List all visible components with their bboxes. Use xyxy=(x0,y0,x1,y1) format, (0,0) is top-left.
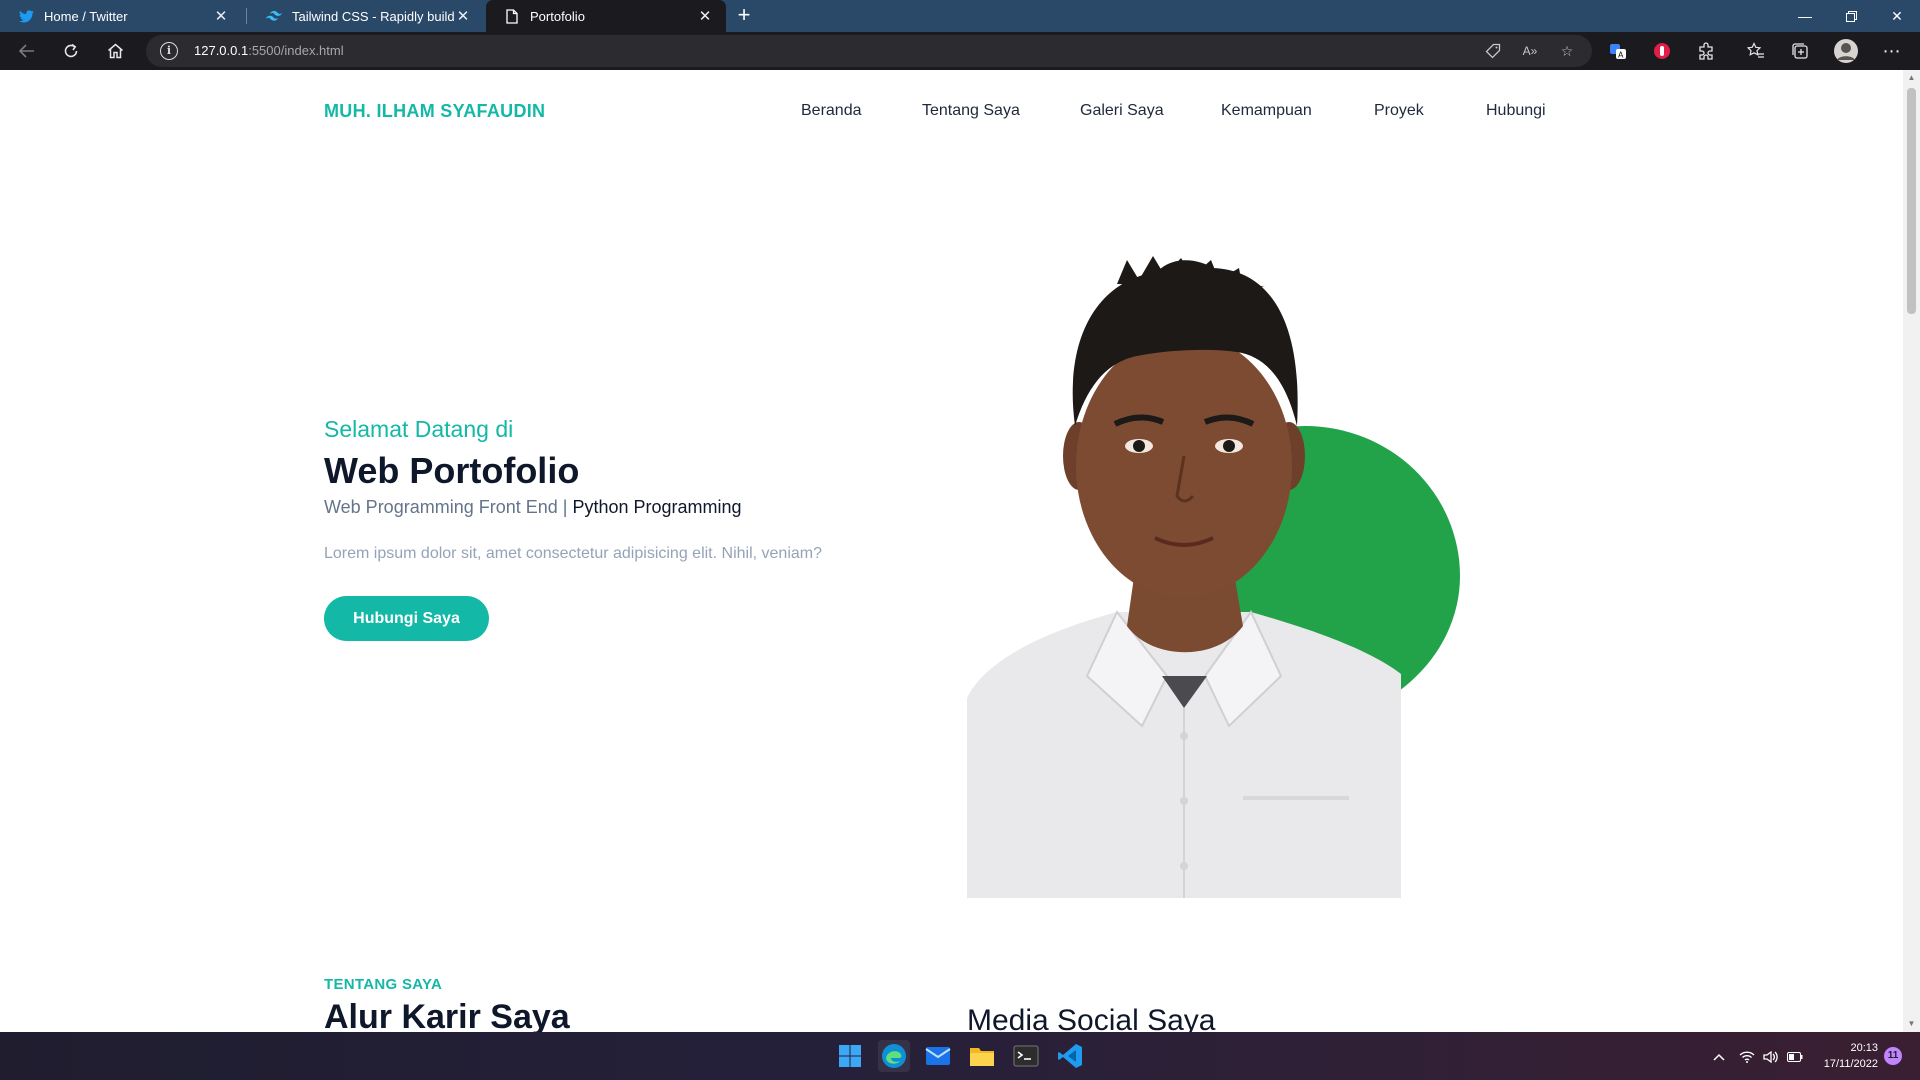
about-section-title: Alur Karir Saya xyxy=(324,998,570,1032)
clock-time: 20:13 xyxy=(1850,1042,1878,1054)
hero-title: Web Portofolio xyxy=(324,450,580,491)
tab-title: Tailwind CSS - Rapidly build moc xyxy=(292,8,454,24)
vscode-icon[interactable] xyxy=(1054,1040,1086,1072)
file-explorer-icon[interactable] xyxy=(966,1040,998,1072)
nav-proyek[interactable]: Proyek xyxy=(1374,102,1424,120)
page-icon xyxy=(504,8,520,24)
scroll-up-icon[interactable]: ▲ xyxy=(1903,70,1920,86)
home-icon[interactable] xyxy=(101,37,129,65)
close-icon[interactable]: ✕ xyxy=(212,7,230,25)
refresh-icon[interactable] xyxy=(57,37,85,65)
about-section-label: TENTANG SAYA xyxy=(324,976,443,993)
contact-me-button[interactable]: Hubungi Saya xyxy=(324,596,489,641)
url-text: 127.0.0.1:5500/index.html xyxy=(194,43,344,58)
tab-title: Home / Twitter xyxy=(44,8,128,24)
profile-photo xyxy=(967,256,1401,898)
hero-description: Lorem ipsum dolor sit, amet consectetur … xyxy=(324,545,822,562)
start-icon[interactable] xyxy=(834,1040,866,1072)
profile-avatar[interactable] xyxy=(1832,37,1860,65)
edge-icon[interactable] xyxy=(878,1040,910,1072)
volume-icon[interactable] xyxy=(1761,1047,1781,1067)
tailwind-icon xyxy=(266,8,282,24)
read-aloud-icon[interactable]: A» xyxy=(1521,42,1539,60)
page-scrollbar[interactable]: ▲ ▼ xyxy=(1903,70,1920,1032)
browser-toolbar: i 127.0.0.1:5500/index.html A» ☆ A ⋯ xyxy=(0,32,1920,70)
extension-translate-icon[interactable]: A xyxy=(1604,37,1632,65)
wifi-icon[interactable] xyxy=(1737,1047,1757,1067)
favorite-add-icon[interactable]: ☆ xyxy=(1558,42,1576,60)
back-icon[interactable] xyxy=(13,37,41,65)
tab-portofolio[interactable]: Portofolio ✕ xyxy=(486,0,726,32)
site-brand[interactable]: MUH. ILHAM SYAFAUDIN xyxy=(324,101,545,122)
new-tab-button[interactable]: + xyxy=(732,4,756,28)
notification-badge[interactable]: 11 xyxy=(1884,1047,1902,1065)
browser-tab-strip: Home / Twitter ✕ Tailwind CSS - Rapidly … xyxy=(0,0,1920,32)
site-info-icon[interactable]: i xyxy=(160,42,178,60)
minimize-icon[interactable]: — xyxy=(1782,0,1828,32)
restore-icon[interactable] xyxy=(1828,0,1874,32)
address-bar[interactable]: i 127.0.0.1:5500/index.html A» ☆ xyxy=(146,35,1592,67)
svg-text:A: A xyxy=(1618,51,1624,60)
nav-kemampuan[interactable]: Kemampuan xyxy=(1221,102,1312,120)
battery-icon[interactable] xyxy=(1785,1047,1805,1067)
nav-galeri-saya[interactable]: Galeri Saya xyxy=(1080,102,1164,120)
tag-icon[interactable] xyxy=(1484,42,1502,60)
tab-tailwind[interactable]: Tailwind CSS - Rapidly build moc ✕ xyxy=(248,0,484,32)
mail-icon[interactable] xyxy=(922,1040,954,1072)
clock-date: 17/11/2022 xyxy=(1823,1058,1878,1070)
scrollbar-thumb[interactable] xyxy=(1907,88,1916,314)
more-menu-icon[interactable]: ⋯ xyxy=(1878,37,1906,65)
favorites-icon[interactable] xyxy=(1742,37,1770,65)
hero-role: Web Programming Front End | Python Progr… xyxy=(324,497,742,517)
extension-red-icon[interactable] xyxy=(1648,37,1676,65)
nav-hubungi[interactable]: Hubungi xyxy=(1486,102,1546,120)
windows-taskbar: 20:13 17/11/2022 11 xyxy=(0,1032,1920,1080)
system-clock[interactable]: 20:13 17/11/2022 xyxy=(1812,1040,1878,1072)
close-icon[interactable]: ✕ xyxy=(454,7,472,25)
scroll-down-icon[interactable]: ▼ xyxy=(1903,1016,1920,1032)
extensions-icon[interactable] xyxy=(1692,37,1720,65)
twitter-icon xyxy=(18,8,34,24)
close-window-icon[interactable]: ✕ xyxy=(1874,0,1920,32)
close-icon[interactable]: ✕ xyxy=(696,7,714,25)
tab-divider xyxy=(246,8,247,24)
nav-tentang-saya[interactable]: Tentang Saya xyxy=(922,102,1020,120)
social-media-title: Media Social Saya xyxy=(967,1004,1216,1032)
show-hidden-icons-icon[interactable] xyxy=(1709,1047,1729,1067)
hero-welcome-text: Selamat Datang di xyxy=(324,416,514,442)
tab-twitter[interactable]: Home / Twitter ✕ xyxy=(0,0,242,32)
terminal-icon[interactable] xyxy=(1010,1040,1042,1072)
collections-icon[interactable] xyxy=(1786,37,1814,65)
page-viewport: MUH. ILHAM SYAFAUDIN Beranda Tentang Say… xyxy=(0,70,1920,1032)
tab-title: Portofolio xyxy=(530,8,585,24)
nav-beranda[interactable]: Beranda xyxy=(801,102,862,120)
